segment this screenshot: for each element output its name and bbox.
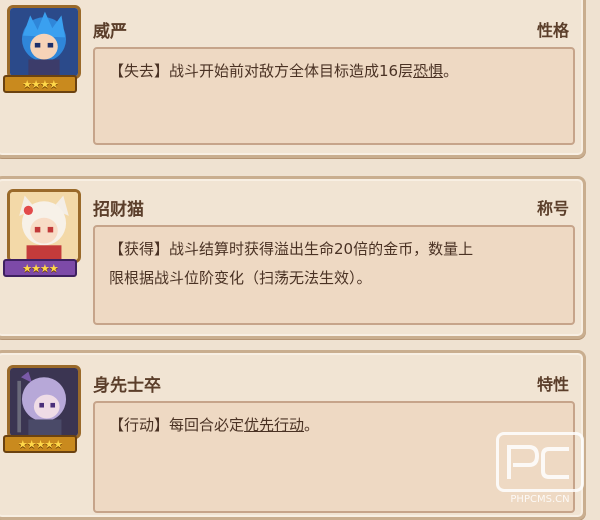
rarity-stars: ★★★★★	[3, 435, 77, 453]
desc-line-2: 限根据战斗位阶变化（扫荡无法生效）。	[109, 269, 372, 287]
hero-portrait-cat	[7, 189, 81, 263]
keyword-link[interactable]: 恐惧	[413, 62, 443, 80]
hero-portrait-silver	[7, 365, 81, 439]
cat-eared-girl-portrait-icon	[10, 192, 78, 260]
trait-description: 【失去】战斗开始前对敌方全体目标造成16层恐惧。	[93, 47, 575, 145]
title-description: 【获得】战斗结算时获得溢出生命20倍的金币，数量上 限根据战斗位阶变化（扫荡无法…	[93, 225, 575, 325]
watermark-text: PHPCMS.CN	[510, 494, 570, 505]
hero-portrait-blue	[7, 5, 81, 79]
title-card-zhaocaimao: ★★★★ 招财猫 称号 【获得】战斗结算时获得溢出生命20倍的金币，数量上 限根…	[0, 176, 586, 339]
desc-text-end: 。	[443, 62, 459, 80]
keyword-link[interactable]: 优先行动	[244, 416, 304, 434]
desc-text-end: 。	[304, 416, 320, 434]
blue-haired-hero-portrait-icon	[10, 8, 78, 76]
trait-name: 威严	[93, 22, 127, 42]
pc-logo-icon	[496, 432, 584, 492]
feature-name: 身先士卒	[93, 376, 161, 396]
site-watermark: PHPCMS.CN	[496, 432, 584, 514]
desc-text: 【失去】战斗开始前对敌方全体目标造成16层	[109, 62, 414, 80]
rarity-stars: ★★★★	[3, 259, 77, 277]
title-name: 招财猫	[93, 200, 144, 220]
desc-text: 【行动】每回合必定	[109, 416, 245, 434]
rarity-stars: ★★★★	[3, 75, 77, 93]
feature-category: 特性	[536, 375, 569, 394]
title-category: 称号	[536, 199, 569, 218]
trait-card-weiyan: ★★★★ 威严 性格 【失去】战斗开始前对敌方全体目标造成16层恐惧。	[0, 0, 586, 158]
trait-category: 性格	[536, 21, 569, 40]
desc-line-1: 【获得】战斗结算时获得溢出生命20倍的金币，数量上	[109, 240, 474, 258]
silver-haired-warrior-portrait-icon	[10, 368, 78, 436]
